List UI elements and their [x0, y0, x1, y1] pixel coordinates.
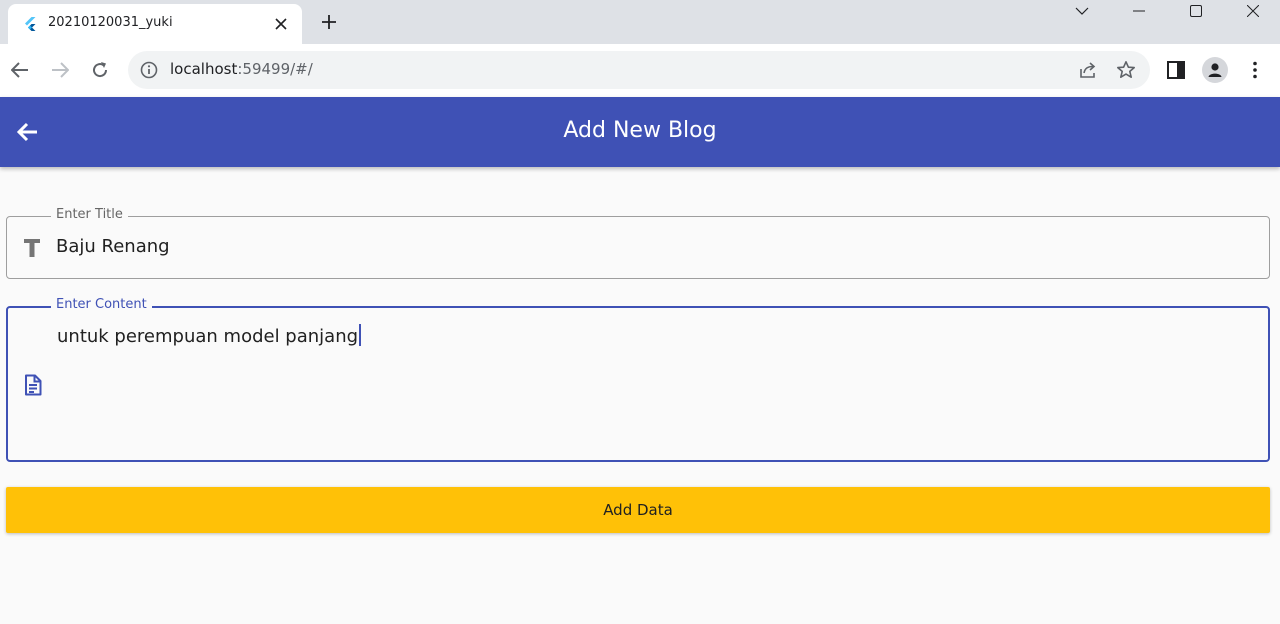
bookmark-star-icon[interactable]: [1116, 60, 1136, 80]
address-bar[interactable]: localhost:59499/#/: [128, 51, 1150, 89]
forward-icon[interactable]: [46, 56, 74, 84]
browser-tabstrip: 20210120031_yuki: [0, 0, 1280, 44]
side-panel-icon[interactable]: [1162, 56, 1190, 84]
content-input[interactable]: untuk perempuan model panjang: [57, 324, 362, 347]
new-tab-icon[interactable]: [316, 9, 342, 35]
text-fields-icon: [24, 239, 40, 257]
title-field-label: Enter Title: [51, 207, 128, 222]
add-data-button[interactable]: Add Data: [6, 487, 1270, 533]
browser-tab[interactable]: 20210120031_yuki: [8, 4, 302, 44]
tab-title: 20210120031_yuki: [48, 15, 173, 30]
text-caret: [359, 324, 362, 346]
page-title: Add New Blog: [563, 118, 717, 143]
share-icon[interactable]: [1078, 60, 1098, 80]
maximize-icon[interactable]: [1173, 0, 1219, 22]
title-field[interactable]: Enter Title Baju Renang: [6, 207, 1270, 279]
close-tab-icon[interactable]: [270, 13, 292, 35]
content-field-label: Enter Content: [51, 297, 152, 312]
flutter-icon: [25, 17, 36, 31]
app-bar: Add New Blog: [0, 97, 1280, 167]
minimize-icon[interactable]: [1116, 0, 1162, 22]
article-icon: [25, 374, 42, 396]
menu-kebab-icon[interactable]: [1241, 56, 1269, 84]
window-close-icon[interactable]: [1230, 0, 1276, 22]
profile-icon[interactable]: [1201, 56, 1229, 84]
title-input[interactable]: Baju Renang: [56, 236, 170, 257]
content-field[interactable]: Enter Content untuk perempuan model panj…: [6, 297, 1270, 462]
url-text[interactable]: localhost:59499/#/: [170, 60, 313, 78]
tab-search-icon[interactable]: [1059, 0, 1105, 22]
browser-toolbar: localhost:59499/#/: [0, 44, 1280, 97]
back-icon[interactable]: [6, 56, 34, 84]
reload-icon[interactable]: [86, 56, 114, 84]
info-icon[interactable]: [140, 61, 158, 79]
